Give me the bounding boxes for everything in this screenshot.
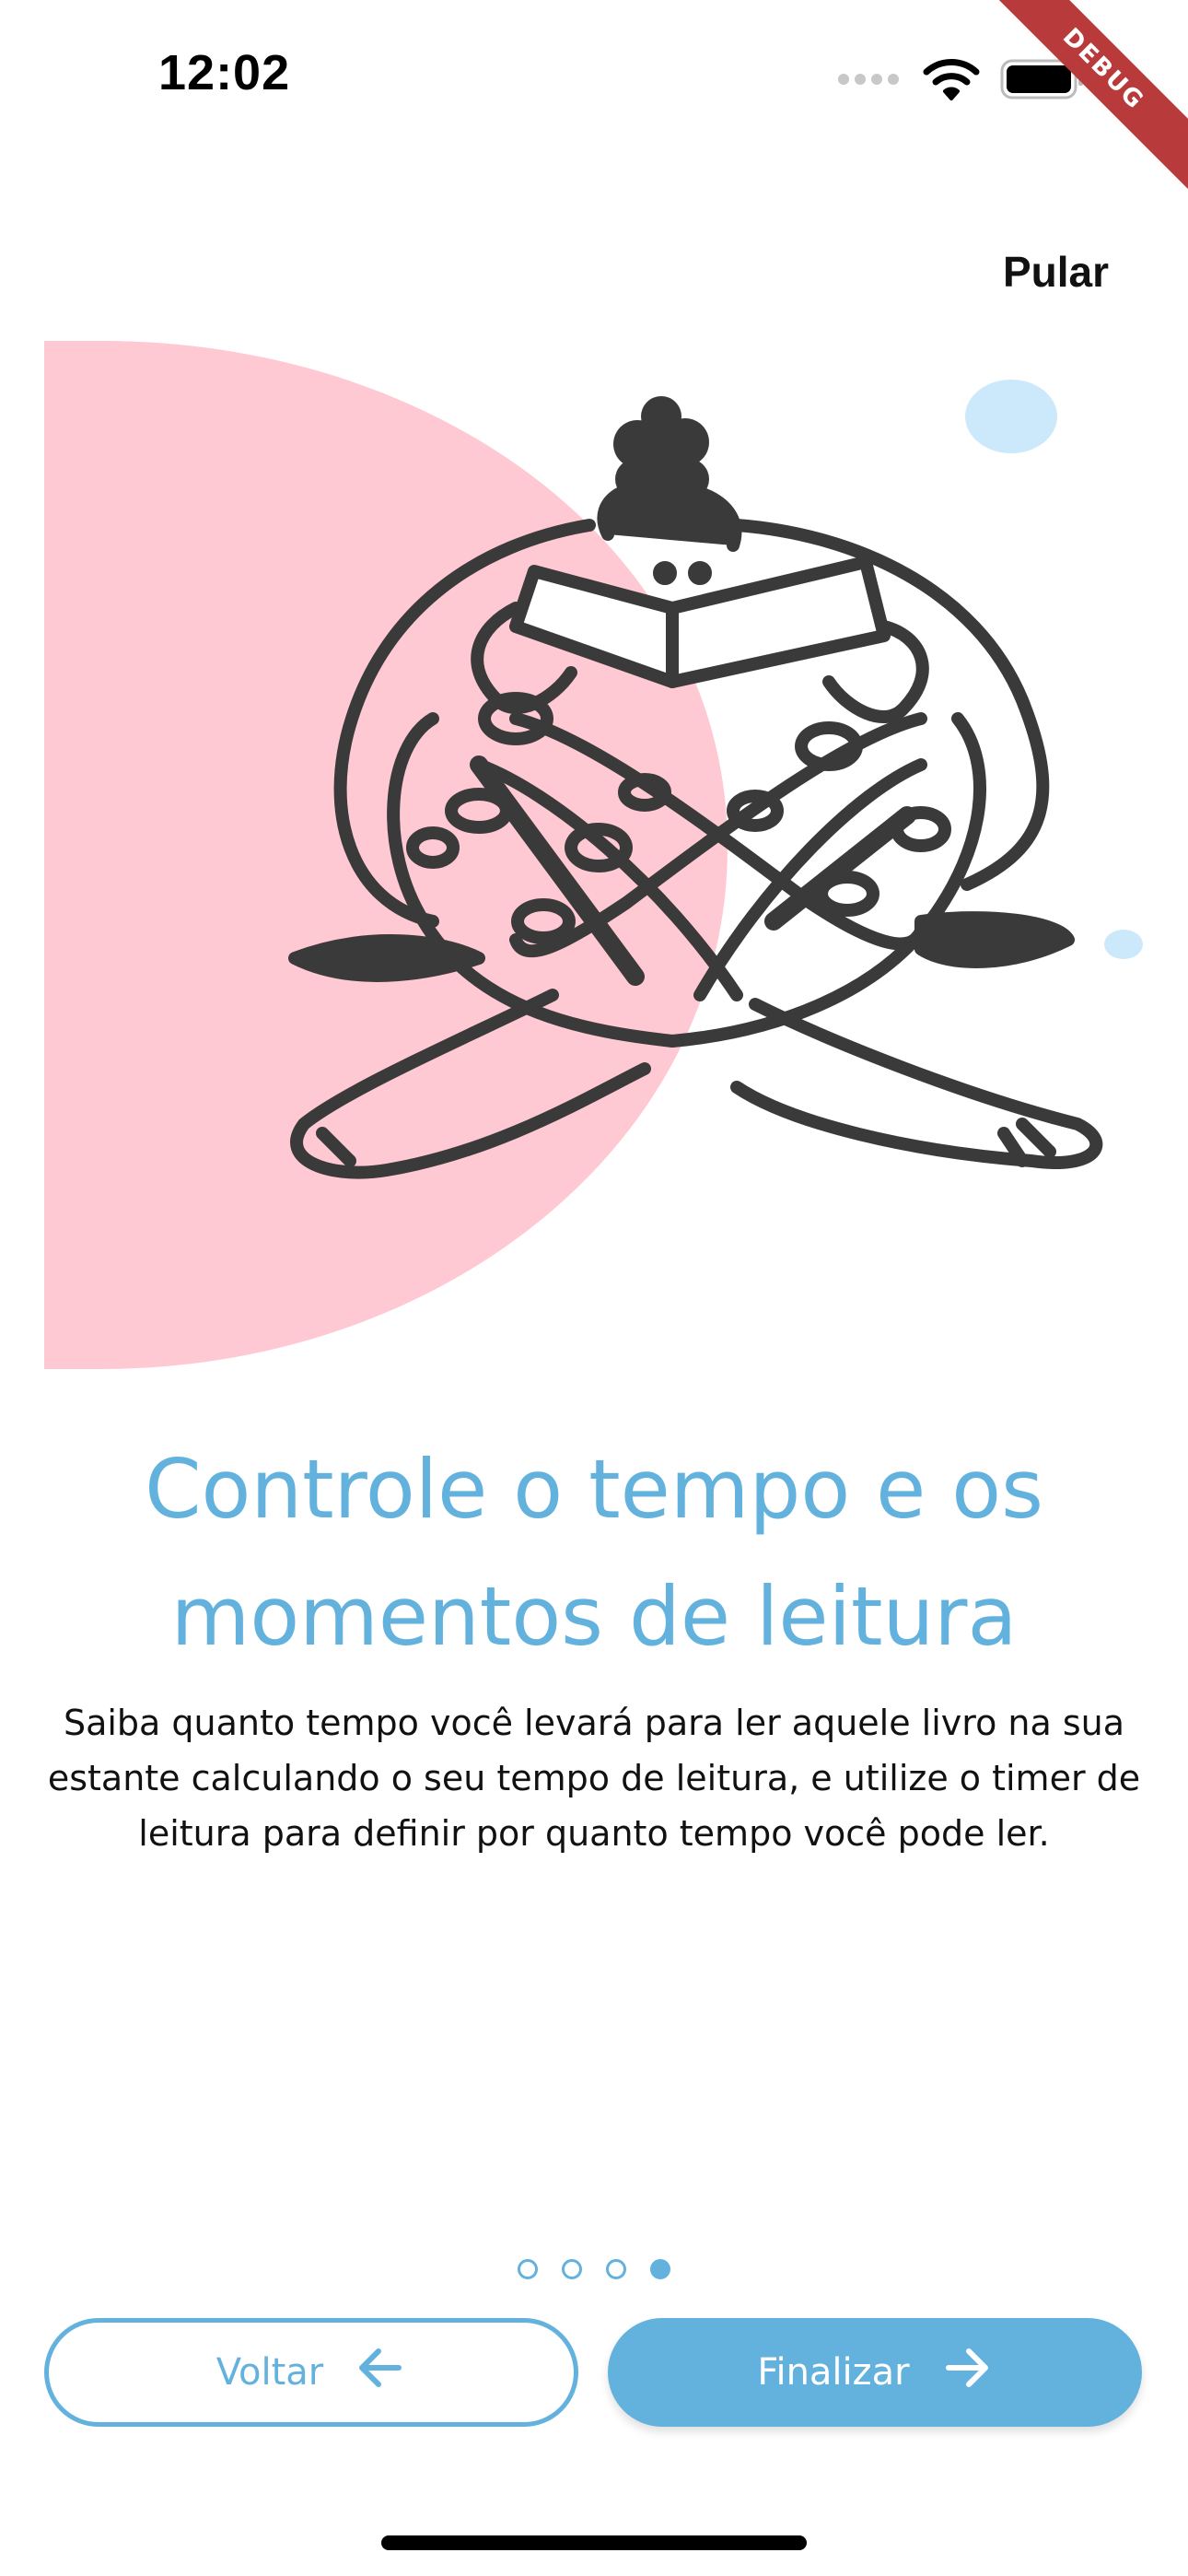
- skip-button[interactable]: Pular: [1003, 247, 1109, 297]
- back-button-label: Voltar: [215, 2351, 324, 2394]
- page-indicator: [0, 2259, 1188, 2279]
- blue-blob-large: [965, 380, 1057, 453]
- onboarding-screen: 12:02 DEBUG Pular Controle o tempo e os …: [0, 0, 1188, 2576]
- onboarding-description: Saiba quanto tempo você levará para ler …: [47, 1703, 1141, 1854]
- signal-dots-icon: [836, 70, 903, 93]
- debug-banner: DEBUG: [985, 0, 1188, 203]
- back-button[interactable]: Voltar: [44, 2318, 578, 2427]
- arrow-right-icon: [941, 2342, 993, 2403]
- page-dot-3[interactable]: [606, 2259, 626, 2279]
- debug-label: DEBUG: [985, 0, 1188, 203]
- finish-button-label: Finalizar: [757, 2351, 910, 2394]
- onboarding-title: Controle o tempo e os momentos de leitur…: [145, 1442, 1043, 1664]
- home-indicator[interactable]: [381, 2535, 807, 2550]
- blue-blob-small: [1104, 930, 1143, 959]
- arrow-left-icon: [355, 2342, 406, 2403]
- status-time: 12:02: [158, 45, 291, 100]
- page-dot-2[interactable]: [562, 2259, 582, 2279]
- wifi-icon: [923, 57, 980, 106]
- finish-button[interactable]: Finalizar: [608, 2318, 1142, 2427]
- page-dot-1[interactable]: [518, 2259, 538, 2279]
- page-dot-4-active[interactable]: [650, 2259, 670, 2279]
- reading-illustration: [0, 332, 1188, 1382]
